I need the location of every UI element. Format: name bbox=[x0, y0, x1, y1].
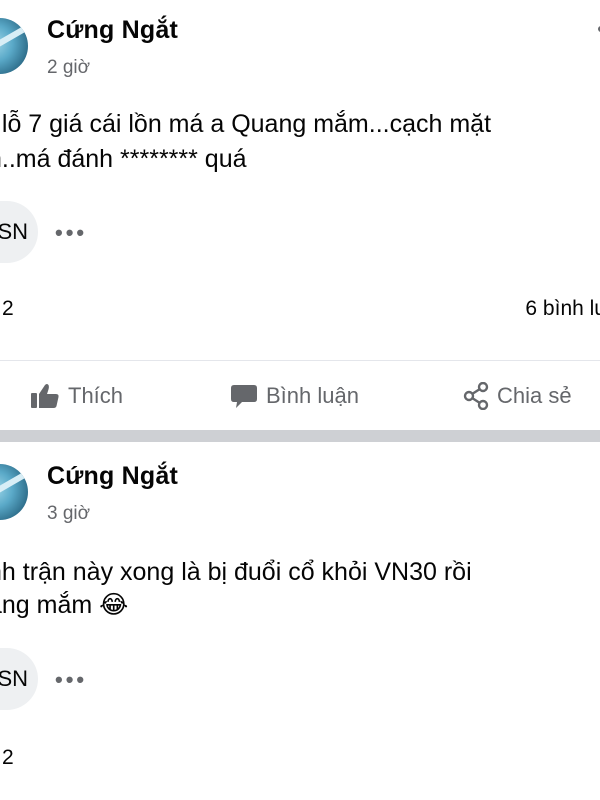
post-text-line: n..má đánh ******** quá bbox=[0, 145, 247, 173]
share-label: Chia sẻ bbox=[497, 383, 572, 408]
share-button[interactable]: Chia sẻ bbox=[463, 366, 572, 426]
thumbs-up-icon bbox=[30, 382, 60, 410]
post-time[interactable]: 3 giờ bbox=[47, 503, 90, 525]
comment-label: Bình luận bbox=[266, 383, 359, 408]
post-1: Cứng Ngắt 2 giờ t lỗ 7 giá cái lồn má a … bbox=[0, 0, 600, 430]
post-text-line: t lỗ 7 giá cái lồn má a Quang mắm...cạch… bbox=[0, 110, 492, 138]
post-text-line: nh trận này xong là bị đuổi cổ khỏi VN30… bbox=[0, 558, 472, 586]
comment-button[interactable]: Bình luận bbox=[230, 366, 359, 426]
more-dots-icon[interactable]: ••• bbox=[55, 220, 87, 246]
author-avatar[interactable] bbox=[0, 464, 28, 520]
post-time[interactable]: 2 giờ bbox=[47, 57, 90, 79]
reaction-count[interactable]: 2 bbox=[2, 746, 14, 770]
divider bbox=[0, 360, 600, 361]
comment-count[interactable]: 6 bình lu bbox=[525, 297, 600, 321]
author-avatar[interactable] bbox=[0, 18, 28, 74]
reaction-chip[interactable]: SN bbox=[0, 648, 38, 710]
author-name[interactable]: Cứng Ngắt bbox=[47, 16, 178, 45]
comment-bubble-icon bbox=[230, 382, 258, 410]
like-button[interactable]: Thích bbox=[30, 366, 123, 426]
post-separator bbox=[0, 430, 600, 442]
action-bar: Thích Bình luận Chia sẻ bbox=[0, 366, 600, 426]
like-label: Thích bbox=[68, 383, 124, 408]
more-dots-icon[interactable]: ••• bbox=[55, 667, 87, 693]
reaction-chip[interactable]: SN bbox=[0, 201, 38, 263]
share-icon bbox=[463, 382, 489, 410]
author-name[interactable]: Cứng Ngắt bbox=[47, 462, 178, 491]
post-text-line: ang mắm 😂 bbox=[0, 591, 129, 619]
reaction-count[interactable]: 2 bbox=[2, 297, 14, 321]
post-2: Cứng Ngắt 3 giờ nh trận này xong là bị đ… bbox=[0, 442, 600, 800]
